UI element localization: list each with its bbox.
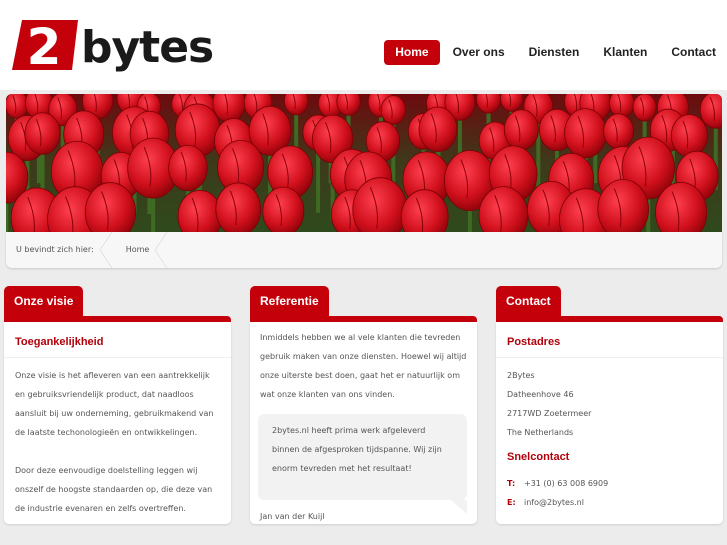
breadcrumb: U bevindt zich hier: Home — [6, 232, 722, 268]
phone-label: T: — [507, 479, 516, 488]
address-line: The Netherlands — [507, 428, 574, 437]
address-line: 2717WD Zoetermeer — [507, 409, 592, 418]
visie-panel: Toegankelijkheid Onze visie is het aflev… — [4, 322, 231, 524]
tulip-banner-image — [6, 94, 722, 232]
referentie-intro: Inmiddels hebben we al vele klanten die … — [260, 333, 467, 399]
breadcrumb-home-link[interactable]: Home — [112, 232, 168, 268]
testimonial-text: 2bytes.nl heeft prima werk afgeleverd bi… — [272, 426, 442, 473]
logo-text: bytes — [81, 22, 214, 73]
visie-heading: Toegankelijkheid — [4, 326, 231, 358]
testimonial-quote: 2bytes.nl heeft prima werk afgeleverd bi… — [258, 414, 467, 514]
referentie-tab: Referentie — [250, 286, 329, 316]
visie-tab: Onze visie — [4, 286, 84, 316]
contact-panel: Postadres 2Bytes Datheenhove 46 2717WD Z… — [496, 322, 723, 524]
email-link[interactable]: info@2bytes.nl — [524, 493, 584, 512]
address-line: 2Bytes — [507, 371, 535, 380]
address-line: Datheenhove 46 — [507, 390, 574, 399]
phone-number[interactable]: +31 (0) 63 008 6909 — [524, 474, 608, 493]
phone-row: T: +31 (0) 63 008 6909 — [507, 474, 713, 493]
nav-contact[interactable]: Contact — [660, 40, 727, 65]
nav-klanten[interactable]: Klanten — [592, 40, 658, 65]
testimonial-author: Jan van der Kuijl — [260, 512, 325, 521]
email-row: E: info@2bytes.nl — [507, 493, 713, 512]
visie-column: Onze visie Toegankelijkheid Onze visie i… — [4, 286, 231, 524]
site-logo[interactable]: 2 bytes — [12, 18, 214, 76]
main-nav: Home Over ons Diensten Klanten Contact — [382, 40, 727, 65]
contact-column: Contact Postadres 2Bytes Datheenhove 46 … — [496, 286, 723, 524]
nav-home[interactable]: Home — [384, 40, 440, 65]
site-header: 2 bytes Home Over ons Diensten Klanten C… — [0, 0, 727, 90]
logo-mark-icon: 2 — [12, 18, 78, 76]
visie-paragraph-2: Door deze eenvoudige doelstelling leggen… — [15, 466, 213, 513]
svg-text:2: 2 — [27, 18, 62, 76]
tulips-image — [6, 94, 722, 232]
referentie-panel: Inmiddels hebben we al vele klanten die … — [250, 322, 477, 524]
postadres-heading: Postadres — [496, 326, 723, 358]
nav-diensten[interactable]: Diensten — [518, 40, 591, 65]
visie-paragraph-1: Onze visie is het afleveren van een aant… — [15, 371, 214, 437]
referentie-column: Referentie Inmiddels hebben we al vele k… — [250, 286, 477, 524]
email-label: E: — [507, 498, 516, 507]
snelcontact-heading: Snelcontact — [507, 451, 570, 463]
contact-tab: Contact — [496, 286, 561, 316]
breadcrumb-prefix: U bevindt zich hier: — [6, 232, 112, 268]
nav-over-ons[interactable]: Over ons — [442, 40, 516, 65]
